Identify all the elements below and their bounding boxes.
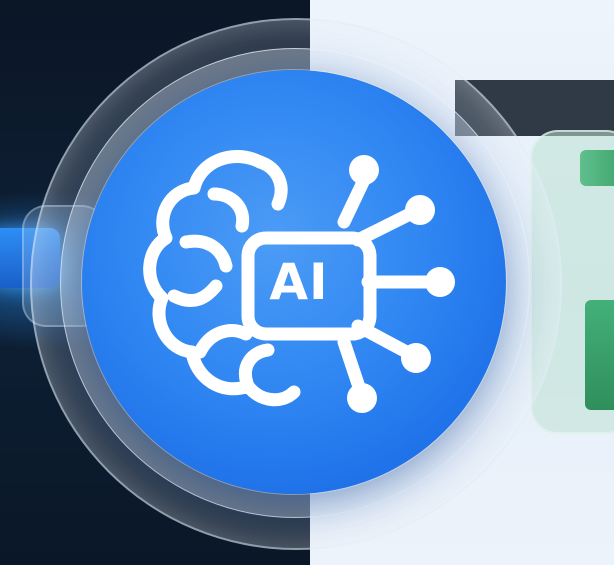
right-green-block-bottom xyxy=(585,300,614,410)
circuit-node-4 xyxy=(401,343,431,373)
ai-logo-text: AI xyxy=(269,253,329,311)
right-green-block-top xyxy=(580,150,614,186)
circuit-node-1 xyxy=(349,155,379,185)
circuit-node-2 xyxy=(405,195,435,225)
circuit-node-3 xyxy=(425,267,455,297)
circuit-node-5 xyxy=(347,383,377,413)
